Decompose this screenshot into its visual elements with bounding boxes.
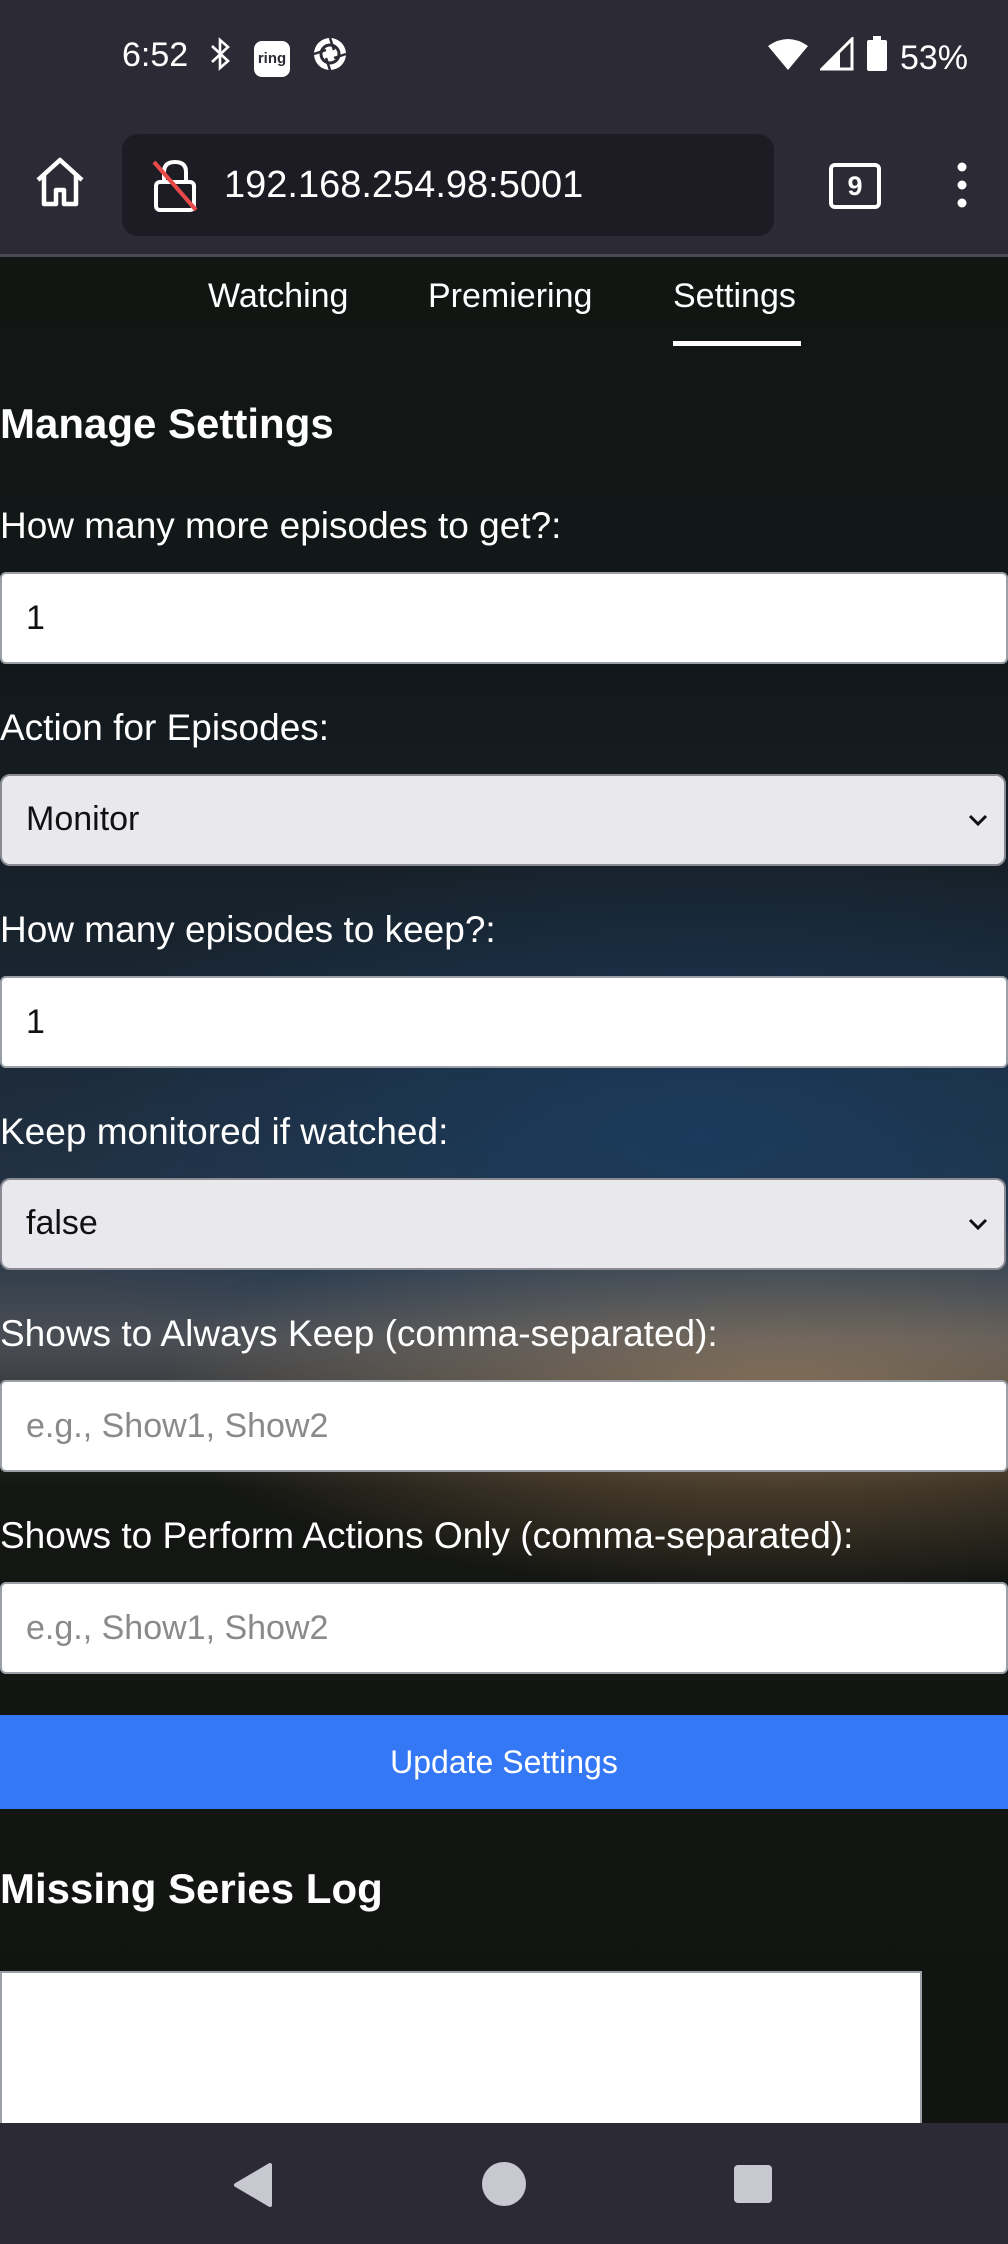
battery-percent: 53% xyxy=(899,39,968,77)
episodes-to-get-input[interactable] xyxy=(0,572,1008,664)
always-keep-label: Shows to Always Keep (comma-separated): xyxy=(0,1313,718,1354)
bluetooth-icon xyxy=(210,37,232,80)
more-menu-icon[interactable] xyxy=(955,161,969,214)
chevron-down-icon xyxy=(964,806,992,834)
status-time: 6:52 xyxy=(122,36,189,74)
action-for-episodes-select[interactable]: Monitor xyxy=(0,774,1006,866)
system-navigation-bar xyxy=(0,2123,1008,2244)
actions-only-label: Shows to Perform Actions Only (comma-sep… xyxy=(0,1515,854,1556)
nav-tabs: Watching Premiering Settings xyxy=(0,257,1008,347)
page-title: Manage Settings xyxy=(0,400,334,447)
active-tab-indicator xyxy=(673,341,801,346)
page-content: Watching Premiering Settings Manage Sett… xyxy=(0,257,1008,2123)
status-bar: 6:52 ring 53% xyxy=(0,0,1008,116)
insecure-lock-icon[interactable] xyxy=(150,158,200,219)
action-for-episodes-label: Action for Episodes: xyxy=(0,707,330,748)
episodes-to-keep-label: How many episodes to keep?: xyxy=(0,909,496,950)
system-status-icons: 53% xyxy=(767,35,968,81)
always-keep-input[interactable] xyxy=(0,1380,1008,1472)
wifi-icon xyxy=(767,38,808,79)
tab-premiering[interactable]: Premiering xyxy=(428,277,592,316)
aperture-app-icon xyxy=(312,36,348,81)
keep-monitored-value: false xyxy=(26,1204,98,1242)
back-icon[interactable] xyxy=(232,2163,274,2212)
tab-count: 9 xyxy=(847,171,863,201)
url-text[interactable]: 192.168.254.98:5001 xyxy=(224,164,583,207)
actions-only-input[interactable] xyxy=(0,1582,1008,1674)
tab-switcher-button[interactable]: 9 xyxy=(829,163,881,209)
browser-toolbar: 192.168.254.98:5001 9 xyxy=(0,116,1008,254)
battery-icon xyxy=(866,36,888,81)
recents-icon[interactable] xyxy=(733,2164,773,2209)
action-for-episodes-value: Monitor xyxy=(26,800,140,838)
episodes-to-keep-input[interactable] xyxy=(0,976,1008,1068)
episodes-to-get-label: How many more episodes to get?: xyxy=(0,505,562,546)
notification-icons: ring xyxy=(210,36,348,81)
chevron-down-icon xyxy=(964,1210,992,1238)
home-icon[interactable] xyxy=(32,154,88,215)
cell-signal-icon xyxy=(818,35,854,80)
ring-app-icon: ring xyxy=(254,40,290,77)
url-field[interactable]: 192.168.254.98:5001 xyxy=(122,134,774,236)
missing-series-log-title: Missing Series Log xyxy=(0,1865,383,1912)
missing-series-log-box[interactable] xyxy=(0,1971,922,2123)
tab-settings[interactable]: Settings xyxy=(673,277,796,316)
keep-monitored-select[interactable]: false xyxy=(0,1178,1006,1270)
tab-watching[interactable]: Watching xyxy=(208,277,348,316)
keep-monitored-label: Keep monitored if watched: xyxy=(0,1111,449,1152)
update-settings-button[interactable]: Update Settings xyxy=(0,1715,1008,1809)
home-nav-icon[interactable] xyxy=(481,2161,527,2212)
